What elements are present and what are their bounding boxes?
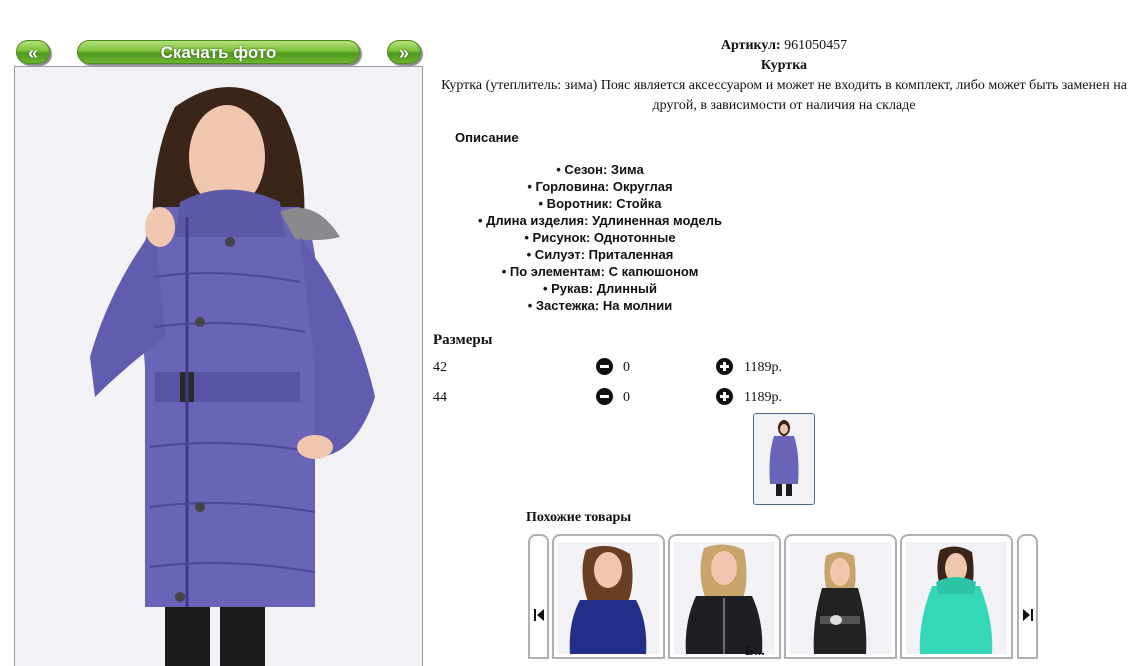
download-photo-button[interactable]: Скачать фото <box>77 40 360 64</box>
attribute-item: • По элементам: С капюшоном <box>501 264 699 279</box>
plus-circle-icon <box>716 388 733 405</box>
description-heading: Описание <box>455 130 519 145</box>
quantity-value: 0 <box>623 360 630 375</box>
attribute-item: • Длина изделия: Удлиненная модель <box>477 213 722 228</box>
similar-product-card[interactable] <box>552 534 665 659</box>
product-description: Куртка (утеплитель: зима) Пояс является … <box>441 78 1127 113</box>
model-in-jacket-image <box>15 67 422 666</box>
decrease-quantity-button[interactable] <box>596 358 613 375</box>
similar-product-card[interactable] <box>784 534 897 659</box>
article-label: Артикул: <box>720 38 781 53</box>
sizes-heading: Размеры <box>433 332 493 348</box>
decrease-quantity-button[interactable] <box>596 388 613 405</box>
similar-product-card[interactable] <box>900 534 1013 659</box>
size-price: 1189р. <box>744 390 782 405</box>
minus-circle-icon <box>596 388 613 405</box>
minus-circle-icon <box>596 358 613 375</box>
article-value: 961050457 <box>784 38 848 53</box>
attribute-item: • Застежка: На молнии <box>527 298 673 313</box>
attribute-item: • Горловина: Округлая <box>527 179 673 194</box>
attribute-list: • Сезон: Зима • Горловина: Округлая • Во… <box>440 161 760 314</box>
jacket-thumbnail-image <box>754 414 814 504</box>
attribute-item: • Сезон: Зима <box>556 162 644 177</box>
attribute-item: • Рисунок: Однотонные <box>524 230 676 245</box>
skip-back-icon <box>534 609 544 621</box>
size-row: 42 0 1189р. <box>433 358 853 380</box>
carousel-next-button[interactable] <box>1017 534 1038 659</box>
prev-photo-button[interactable]: « <box>16 40 50 64</box>
size-price: 1189р. <box>744 360 782 375</box>
attribute-item: • Силуэт: Приталенная <box>526 247 674 262</box>
size-label: 42 <box>433 360 447 375</box>
similar-product-card[interactable] <box>668 534 781 659</box>
similar-products-heading: Похожие товары <box>526 510 632 525</box>
attribute-item: • Воротник: Стойка <box>538 196 662 211</box>
next-photo-button[interactable]: » <box>387 40 421 64</box>
turquoise-jacket-photo-icon <box>906 542 1007 654</box>
size-row: 44 0 1189р. <box>433 388 853 410</box>
navy-jacket-photo-icon <box>558 542 659 654</box>
quantity-value: 0 <box>623 390 630 405</box>
plus-circle-icon <box>716 358 733 375</box>
black-jacket-photo-icon <box>674 542 775 654</box>
attribute-item: • Рукав: Длинный <box>542 281 658 296</box>
cut-off-heading: Б... <box>745 644 765 659</box>
black-belted-jacket-photo-icon <box>790 542 891 654</box>
photo-thumbnail[interactable] <box>753 413 815 505</box>
product-title: Куртка <box>760 58 808 73</box>
increase-quantity-button[interactable] <box>716 358 733 375</box>
size-label: 44 <box>433 390 447 405</box>
article-number: Артикул: 961050457 <box>430 38 1129 54</box>
main-product-photo <box>14 66 423 666</box>
skip-forward-icon <box>1023 609 1033 621</box>
carousel-prev-button[interactable] <box>528 534 549 659</box>
increase-quantity-button[interactable] <box>716 388 733 405</box>
